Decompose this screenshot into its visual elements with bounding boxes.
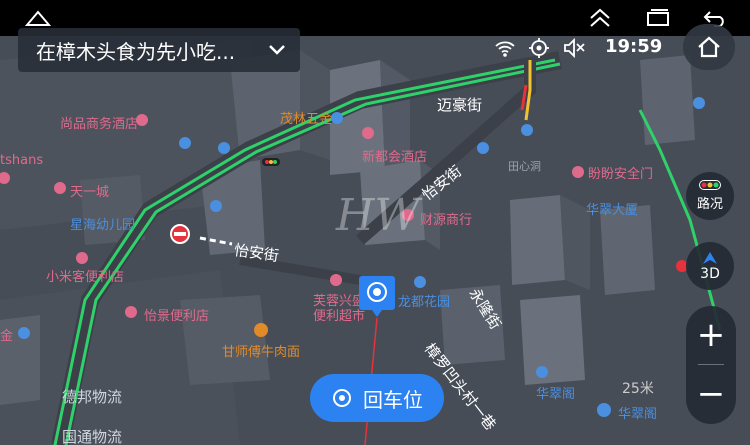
window-icon[interactable]: [638, 4, 678, 32]
compass-arrow-icon: [703, 251, 717, 264]
poi-label[interactable]: 甘师傅牛肉面: [222, 341, 300, 360]
traffic-toggle-button[interactable]: 路况: [686, 172, 734, 220]
return-to-car-button[interactable]: 回车位: [310, 374, 444, 422]
poi-label[interactable]: 金: [0, 325, 13, 344]
chevron-down-icon[interactable]: [262, 35, 292, 65]
current-location-icon: [359, 276, 395, 317]
poi-label[interactable]: 星海幼儿园: [70, 214, 135, 233]
minus-icon: −: [696, 374, 726, 414]
gps-icon: [529, 38, 549, 58]
poi-label[interactable]: 尚品商务酒店: [60, 113, 138, 132]
mute-icon: [564, 37, 585, 59]
return-to-car-label: 回车位: [363, 387, 423, 412]
poi-label[interactable]: 怡景便利店: [144, 305, 209, 324]
poi-label[interactable]: 国通物流: [62, 426, 122, 445]
wifi-icon: [495, 41, 515, 57]
poi-label[interactable]: 盼盼安全门: [588, 163, 653, 182]
view-mode-button[interactable]: 3D: [686, 242, 734, 290]
status-icons: [494, 34, 586, 62]
poi-label[interactable]: 华翠大厦: [586, 199, 638, 218]
zoom-in-button[interactable]: +: [686, 306, 736, 364]
destination-label: 在樟木头食为先小吃...: [36, 39, 236, 64]
destination-bar[interactable]: 在樟木头食为先小吃...: [18, 28, 300, 72]
zoom-control: + −: [686, 306, 736, 424]
poi-label[interactable]: 财源商行: [420, 209, 472, 228]
home-icon: [698, 36, 720, 58]
poi-label[interactable]: 德邦物流: [62, 386, 122, 407]
poi-label[interactable]: 田心洞: [508, 158, 541, 174]
poi-label[interactable]: 天一城: [70, 181, 109, 200]
traffic-light-icon: [699, 180, 721, 190]
road-label: 迈豪街: [437, 96, 483, 114]
locate-icon: [333, 389, 351, 407]
plus-icon: +: [696, 315, 726, 355]
view-mode-label: 3D: [700, 265, 720, 282]
chevron-double-up-icon[interactable]: [580, 4, 620, 32]
poi-label[interactable]: 华翠阁: [536, 383, 575, 402]
poi-label[interactable]: 小米客便利店: [46, 266, 124, 285]
traffic-label: 路况: [696, 197, 723, 212]
poi-label[interactable]: 华翠阁: [618, 403, 657, 422]
poi-label[interactable]: 新都会酒店: [362, 146, 427, 165]
poi-label[interactable]: 龙都花园: [398, 291, 450, 310]
poi-label[interactable]: 茂林五金: [280, 108, 332, 127]
poi-label[interactable]: tshans: [0, 153, 43, 168]
home-button[interactable]: [683, 24, 735, 70]
watermark: HW: [336, 190, 420, 241]
scale-label: 25米: [622, 381, 654, 397]
zoom-out-button[interactable]: −: [686, 365, 736, 423]
clock: 19:59: [605, 36, 663, 57]
